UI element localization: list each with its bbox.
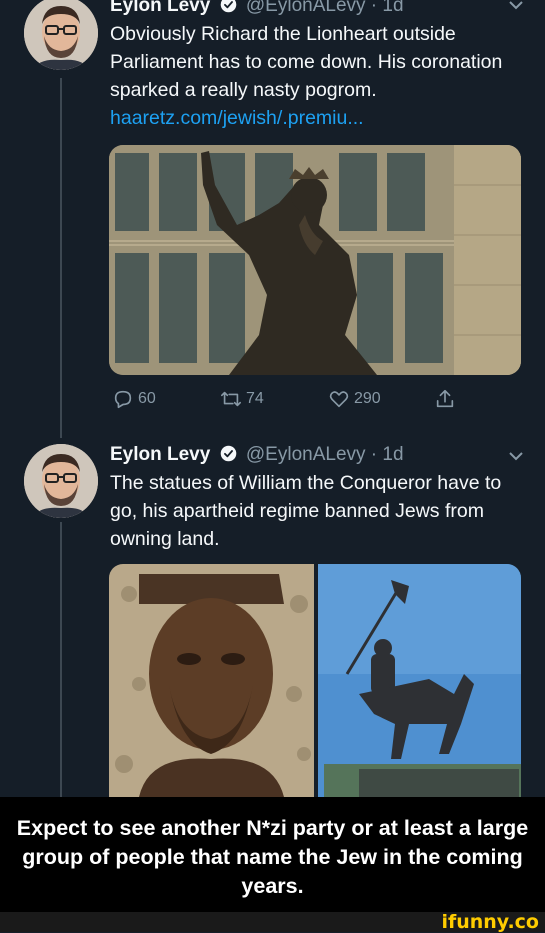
reply-count: 60 [138,390,156,407]
tweet-actions: 60 74 290 [112,388,472,414]
avatar[interactable] [24,444,98,518]
display-name[interactable]: Eylon Levy [110,0,210,16]
retweet-button[interactable]: 74 [220,388,264,410]
separator-dot: · [370,0,383,16]
tweet-text: The statues of William the Conqueror hav… [110,469,530,553]
username[interactable]: @EylonALevy [246,0,366,16]
display-name[interactable]: Eylon Levy [110,444,210,465]
profile-photo [24,444,98,518]
tweet-image-richard-statue[interactable] [109,145,521,375]
like-button[interactable]: 290 [328,388,381,410]
tweet-link[interactable]: haaretz.com/jewish/.premiu... [110,107,364,129]
like-count: 290 [354,390,381,407]
tweet-header: Eylon Levy @EylonALevy · 1d [110,0,404,18]
share-icon [436,389,454,408]
timestamp: 1d [382,444,404,465]
thread-line-2 [60,522,62,797]
username[interactable]: @EylonALevy [246,444,366,465]
tweet-body: The statues of William the Conqueror hav… [110,472,502,550]
meme-caption: Expect to see another N*zi party or at l… [0,797,545,912]
tweet-body: Obviously Richard the Lionheart outside … [110,23,503,101]
avatar[interactable] [24,0,98,70]
meme-caption-text: Expect to see another N*zi party or at l… [16,816,529,898]
retweet-icon [221,391,241,407]
thread-line-1 [60,78,62,438]
ifunny-watermark: ifunny.co [441,911,539,933]
verified-badge-icon [220,0,236,13]
footer-bar: ifunny.co [0,912,545,932]
statues-photo [109,564,521,797]
chevron-down-icon[interactable] [509,451,523,461]
timestamp: 1d [382,0,404,16]
profile-photo [24,0,98,70]
share-button[interactable] [434,388,456,410]
tweet-image-william-statues[interactable] [109,564,521,797]
tweet-text: Obviously Richard the Lionheart outside … [110,20,530,132]
separator-dot: · [370,444,383,465]
tweet-header: Eylon Levy @EylonALevy · 1d [110,443,404,467]
chevron-down-icon[interactable] [509,0,523,10]
reply-icon [114,390,132,409]
retweet-count: 74 [246,390,264,407]
statue-photo [109,145,521,375]
heart-icon [329,391,349,408]
reply-button[interactable]: 60 [112,388,156,410]
verified-badge-icon [220,445,236,462]
